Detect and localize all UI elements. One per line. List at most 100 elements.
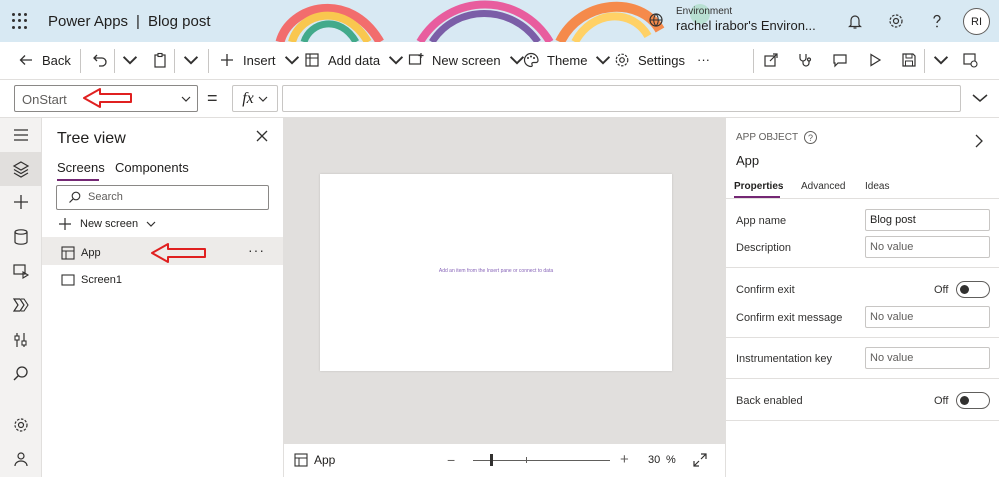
app-name-input[interactable]: Blog post (865, 209, 990, 231)
add-data-button[interactable]: Add data (304, 52, 404, 68)
divider (726, 420, 999, 421)
environment-label: Environment (676, 6, 733, 17)
publish-button[interactable] (962, 52, 978, 68)
tree-view-pane: Tree view Screens Components Search New … (42, 118, 284, 477)
bell-icon[interactable] (846, 12, 864, 30)
tab-components[interactable]: Components (115, 160, 189, 175)
palette-icon (523, 52, 539, 68)
tree-view-icon[interactable] (12, 160, 30, 178)
virtual-agent-icon[interactable] (12, 450, 30, 468)
tree-view-title: Tree view (57, 130, 126, 147)
tree-search-input[interactable]: Search (56, 185, 269, 210)
back-enabled-label: Back enabled (736, 395, 803, 407)
confirm-exit-state: Off (934, 284, 949, 296)
divider (726, 267, 999, 268)
help-icon[interactable]: ? (804, 131, 818, 144)
divider (726, 198, 999, 199)
hamburger-icon[interactable] (12, 126, 30, 144)
formula-input[interactable] (282, 85, 961, 112)
insert-button[interactable]: Insert (219, 52, 300, 68)
function-button[interactable]: fx (232, 85, 278, 112)
back-enabled-toggle[interactable] (956, 392, 990, 409)
instrumentation-key-input[interactable]: No value (865, 347, 990, 369)
avatar[interactable]: RI (963, 8, 990, 35)
object-type-label: APP OBJECT (736, 132, 799, 143)
save-dropdown[interactable] (933, 52, 949, 68)
more-commands-button[interactable]: ··· (697, 52, 710, 67)
help-icon[interactable] (928, 12, 946, 30)
confirm-exit-toggle[interactable] (956, 281, 990, 298)
canvas-area: Add an item from the Insert pane or conn… (284, 118, 725, 443)
paste-button[interactable] (152, 52, 168, 68)
back-button[interactable]: Back (18, 52, 71, 68)
annotation-arrow (83, 88, 132, 108)
zoom-slider-track[interactable] (473, 460, 610, 461)
settings-label: Settings (638, 52, 685, 68)
chevron-down-icon (146, 221, 156, 227)
zoom-in-button[interactable]: + (620, 451, 629, 468)
comments-button[interactable] (832, 52, 848, 68)
tab-screens[interactable]: Screens (57, 160, 105, 175)
document-name[interactable]: Blog post (148, 13, 211, 30)
environment-icon (649, 13, 663, 27)
theme-label: Theme (547, 52, 588, 68)
clipboard-icon (154, 52, 166, 68)
screen-canvas[interactable]: Add an item from the Insert pane or conn… (320, 174, 672, 371)
close-icon[interactable] (256, 130, 268, 142)
description-input[interactable]: No value (865, 236, 990, 258)
save-button[interactable] (901, 52, 917, 68)
app-more-options-button[interactable]: ··· (248, 242, 265, 258)
property-dropdown-value: OnStart (22, 92, 67, 107)
app-checker-button[interactable] (797, 52, 813, 68)
chevron-down-icon (388, 56, 404, 65)
toolbar-divider (753, 49, 754, 73)
search-icon[interactable] (12, 365, 30, 383)
tab-properties[interactable]: Properties (734, 181, 783, 192)
description-label: Description (736, 242, 792, 254)
theme-button[interactable]: Theme (523, 52, 611, 68)
data-icon[interactable] (12, 228, 30, 246)
share-button[interactable] (763, 52, 779, 68)
tree-item-screen1[interactable]: Screen1 (61, 273, 122, 287)
tree-item-label: Screen1 (81, 274, 122, 286)
app-name-label: App name (736, 215, 787, 227)
confirm-exit-message-input[interactable]: No value (865, 306, 990, 328)
fit-to-window-icon[interactable] (693, 453, 707, 467)
tab-advanced[interactable]: Advanced (801, 181, 845, 192)
power-automate-icon[interactable] (12, 296, 30, 314)
chevron-right-icon[interactable] (974, 134, 984, 148)
undo-dropdown[interactable] (122, 52, 138, 68)
tab-ideas[interactable]: Ideas (865, 181, 889, 192)
settings-icon[interactable] (12, 416, 30, 434)
table-add-icon (305, 53, 319, 67)
tree-item-app-content[interactable]: App (61, 246, 101, 260)
preview-button[interactable] (867, 52, 883, 68)
title-separator: | (136, 13, 140, 30)
environment-name[interactable]: rachel irabor's Environ... (676, 18, 816, 33)
canvas-empty-hint[interactable]: Add an item from the Insert pane or conn… (320, 268, 672, 274)
status-bar: App − + 30 % (284, 443, 725, 477)
back-enabled-state: Off (934, 395, 949, 407)
plus-icon (221, 54, 233, 66)
media-icon[interactable] (12, 262, 30, 280)
more-commands-label: ··· (697, 52, 710, 67)
zoom-slider-thumb[interactable] (490, 454, 493, 466)
paste-dropdown[interactable] (183, 52, 199, 68)
toolbar-divider (174, 49, 175, 73)
insert-icon[interactable] (12, 193, 30, 211)
properties-pane: APP OBJECT ? App Properties Advanced Ide… (725, 118, 999, 477)
chevron-down-icon (933, 56, 949, 65)
save-icon (902, 53, 916, 67)
app-launcher-icon[interactable] (12, 13, 28, 29)
advanced-tools-icon[interactable] (12, 331, 30, 349)
gear-icon[interactable] (887, 12, 905, 30)
chevron-down-icon[interactable] (972, 92, 988, 104)
arrow-left-icon (19, 55, 32, 65)
undo-button[interactable] (92, 52, 108, 68)
share-icon (764, 53, 778, 67)
new-screen-button[interactable]: New screen (408, 52, 525, 68)
zoom-out-button[interactable]: − (447, 452, 455, 468)
search-icon (69, 191, 81, 203)
new-screen-button[interactable]: New screen (58, 217, 156, 231)
settings-button[interactable]: Settings (614, 52, 685, 68)
